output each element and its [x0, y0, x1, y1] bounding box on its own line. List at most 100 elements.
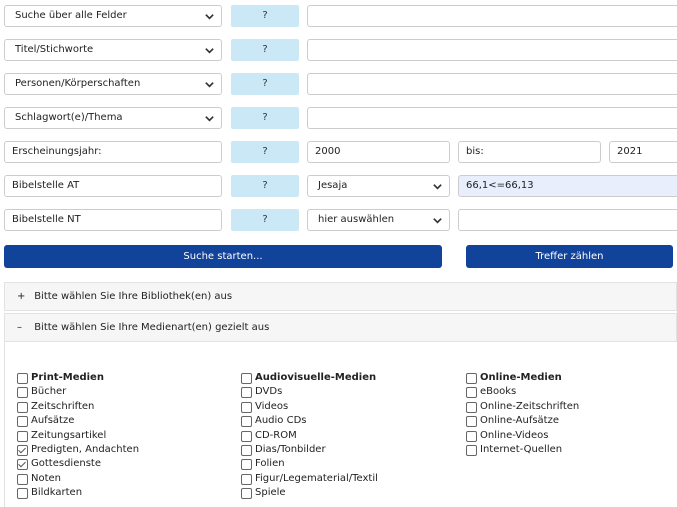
checkbox-icon [241, 373, 252, 384]
checkbox-games[interactable]: Spiele [241, 486, 378, 500]
checkbox-picture-cards[interactable]: Bildkarten [17, 486, 139, 500]
checkbox-icon [241, 401, 252, 413]
chevron-down-icon [205, 116, 214, 122]
bible-nt-row: Bibelstelle NT ? hier auswählen [0, 209, 677, 233]
checkbox-icon [466, 430, 477, 442]
year-to-input[interactable]: 2021 [609, 141, 677, 163]
checkbox-label: Print-Medien [31, 372, 104, 383]
field-select-title[interactable]: Titel/Stichworte [4, 39, 222, 61]
checkbox-label: CD-ROM [255, 429, 297, 441]
help-button[interactable]: ? [231, 39, 299, 61]
checkbox-icon [17, 473, 28, 485]
checkbox-icon [17, 401, 28, 413]
collapse-minus-icon: – [17, 322, 22, 333]
checkbox-icon [241, 416, 252, 428]
checkbox-online-articles[interactable]: Online-Aufsätze [466, 414, 579, 428]
checkbox-icon [466, 444, 477, 456]
field-select-label: Titel/Stichworte [15, 44, 94, 55]
field-select-label: Personen/Körperschaften [15, 78, 141, 89]
bible-at-book-select[interactable]: Jesaja [307, 175, 450, 197]
bible-nt-range-input[interactable] [458, 209, 677, 231]
checkbox-journals[interactable]: Zeitschriften [17, 400, 139, 414]
checkbox-icon [241, 444, 252, 456]
checkbox-audio-cds[interactable]: Audio CDs [241, 414, 378, 428]
checkbox-online-media[interactable]: Online-Medien [466, 371, 579, 385]
search-start-button[interactable]: Suche starten... [4, 245, 442, 268]
count-hits-button[interactable]: Treffer zählen [466, 245, 673, 268]
checkbox-label: Online-Zeitschriften [480, 400, 580, 412]
help-button[interactable]: ? [231, 5, 299, 27]
search-input-title[interactable] [307, 39, 677, 61]
bible-at-label: Bibelstelle AT [4, 175, 222, 197]
checkbox-label: Bildkarten [31, 487, 83, 499]
checkbox-label: Folien [255, 458, 285, 470]
checkbox-online-journals[interactable]: Online-Zeitschriften [466, 400, 579, 414]
field-select-persons[interactable]: Personen/Körperschaften [4, 73, 222, 95]
media-column-av: Audiovisuelle-Medien DVDs Videos Audio C… [241, 371, 378, 501]
checkbox-transparencies[interactable]: Folien [241, 457, 378, 471]
library-panel-header[interactable]: + Bitte wählen Sie Ihre Bibliothek(en) a… [4, 282, 677, 311]
checkbox-print-media[interactable]: Print-Medien [17, 371, 139, 385]
search-row-all: Suche über alle Felder ? [0, 5, 677, 29]
checkbox-ebooks[interactable]: eBooks [466, 385, 579, 399]
chevron-down-icon [205, 14, 214, 20]
checkbox-figures[interactable]: Figur/Legematerial/Textil [241, 472, 378, 486]
field-select-all[interactable]: Suche über alle Felder [4, 5, 222, 27]
checkbox-icon [466, 373, 477, 384]
bible-nt-label: Bibelstelle NT [4, 209, 222, 231]
year-row: Erscheinungsjahr: ? 2000 bis: 2021 [0, 141, 677, 165]
media-panel-header[interactable]: – Bitte wählen Sie Ihre Medienart(en) ge… [4, 313, 677, 342]
checkbox-slides[interactable]: Dias/Tonbilder [241, 443, 378, 457]
checkbox-label: Online-Videos [480, 429, 549, 441]
bible-nt-book-select[interactable]: hier auswählen [307, 209, 450, 231]
checkbox-label: Videos [255, 400, 289, 412]
search-row-subject: Schlagwort(e)/Thema ? [0, 107, 677, 131]
checkbox-icon [17, 488, 28, 500]
checkbox-icon [241, 459, 252, 471]
checkbox-icon [241, 488, 252, 500]
checkbox-videos[interactable]: Videos [241, 400, 378, 414]
checkbox-articles[interactable]: Aufsätze [17, 414, 139, 428]
checkbox-label: Aufsätze [31, 415, 75, 427]
checkbox-newspaper-articles[interactable]: Zeitungsartikel [17, 429, 139, 443]
checkbox-online-videos[interactable]: Online-Videos [466, 429, 579, 443]
checkbox-av-media[interactable]: Audiovisuelle-Medien [241, 371, 378, 385]
bible-at-range-input[interactable]: 66,1<=66,13 [458, 175, 677, 197]
checkbox-label: Noten [31, 472, 62, 484]
checkbox-label: Audiovisuelle-Medien [255, 372, 377, 383]
year-from-input[interactable]: 2000 [307, 141, 450, 163]
field-select-label: Schlagwort(e)/Thema [15, 112, 123, 123]
checkbox-dvds[interactable]: DVDs [241, 385, 378, 399]
checkbox-icon [241, 430, 252, 442]
checkbox-sheet-music[interactable]: Noten [17, 472, 139, 486]
checkbox-checked-icon [17, 444, 28, 456]
checkbox-icon [17, 430, 28, 442]
help-button[interactable]: ? [231, 73, 299, 95]
checkbox-icon [241, 473, 252, 485]
bible-at-row: Bibelstelle AT ? Jesaja 66,1<=66,13 [0, 175, 677, 199]
checkbox-label: Online-Medien [480, 372, 562, 383]
search-input-all[interactable] [307, 5, 677, 27]
checkbox-services[interactable]: Gottesdienste [17, 457, 139, 471]
media-column-print: Print-Medien Bücher Zeitschriften Aufsät… [17, 371, 139, 501]
search-input-persons[interactable] [307, 73, 677, 95]
help-button[interactable]: ? [231, 141, 299, 163]
checkbox-icon [17, 416, 28, 428]
checkbox-label: Audio CDs [255, 415, 307, 427]
library-panel-label: Bitte wählen Sie Ihre Bibliothek(en) aus [34, 291, 233, 302]
checkbox-internet-sources[interactable]: Internet-Quellen [466, 443, 579, 457]
expand-plus-icon: + [17, 291, 26, 302]
checkbox-sermons[interactable]: Predigten, Andachten [17, 443, 139, 457]
media-column-online: Online-Medien eBooks Online-Zeitschrifte… [466, 371, 579, 457]
checkbox-label: Zeitungsartikel [31, 429, 107, 441]
bible-nt-book-label: hier auswählen [318, 214, 395, 225]
checkbox-books[interactable]: Bücher [17, 385, 139, 399]
search-input-subject[interactable] [307, 107, 677, 129]
help-button[interactable]: ? [231, 107, 299, 129]
checkbox-cd-rom[interactable]: CD-ROM [241, 429, 378, 443]
chevron-down-icon [205, 48, 214, 54]
help-button[interactable]: ? [231, 209, 299, 231]
checkbox-label: DVDs [255, 386, 283, 398]
help-button[interactable]: ? [231, 175, 299, 197]
field-select-subject[interactable]: Schlagwort(e)/Thema [4, 107, 222, 129]
